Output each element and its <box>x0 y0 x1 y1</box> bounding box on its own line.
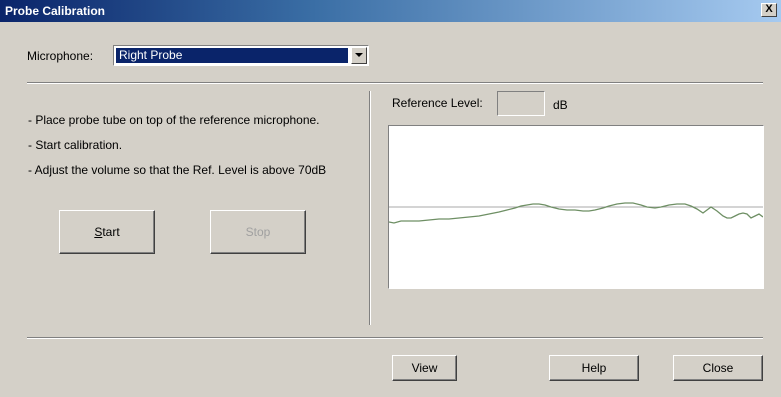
top-divider <box>27 82 763 84</box>
help-button[interactable]: Help <box>549 355 639 381</box>
level-graph <box>388 125 764 289</box>
chevron-down-icon[interactable] <box>351 47 367 64</box>
instruction-line-1: - Place probe tube on top of the referen… <box>28 113 320 127</box>
close-icon[interactable]: X <box>761 3 777 17</box>
microphone-select[interactable]: Right Probe <box>113 45 369 66</box>
panel-divider <box>369 91 371 325</box>
stop-button[interactable]: Stop <box>210 210 306 254</box>
level-trace <box>389 202 763 224</box>
instruction-line-2: - Start calibration. <box>28 138 123 152</box>
title-bar: Probe Calibration X <box>0 0 781 22</box>
bottom-divider <box>27 337 763 339</box>
start-button[interactable]: Start <box>59 210 155 254</box>
reference-level-unit: dB <box>553 98 568 112</box>
close-button[interactable]: Close <box>673 355 763 381</box>
microphone-label: Microphone: <box>27 49 94 63</box>
level-graph-svg <box>389 202 763 224</box>
microphone-select-value: Right Probe <box>116 48 348 63</box>
view-button[interactable]: View <box>392 355 457 381</box>
start-label: tart <box>102 225 120 239</box>
reference-level-field <box>497 91 545 116</box>
reference-level-label: Reference Level: <box>392 96 483 110</box>
instruction-line-3: - Adjust the volume so that the Ref. Lev… <box>28 163 327 177</box>
window-title: Probe Calibration <box>5 4 106 18</box>
